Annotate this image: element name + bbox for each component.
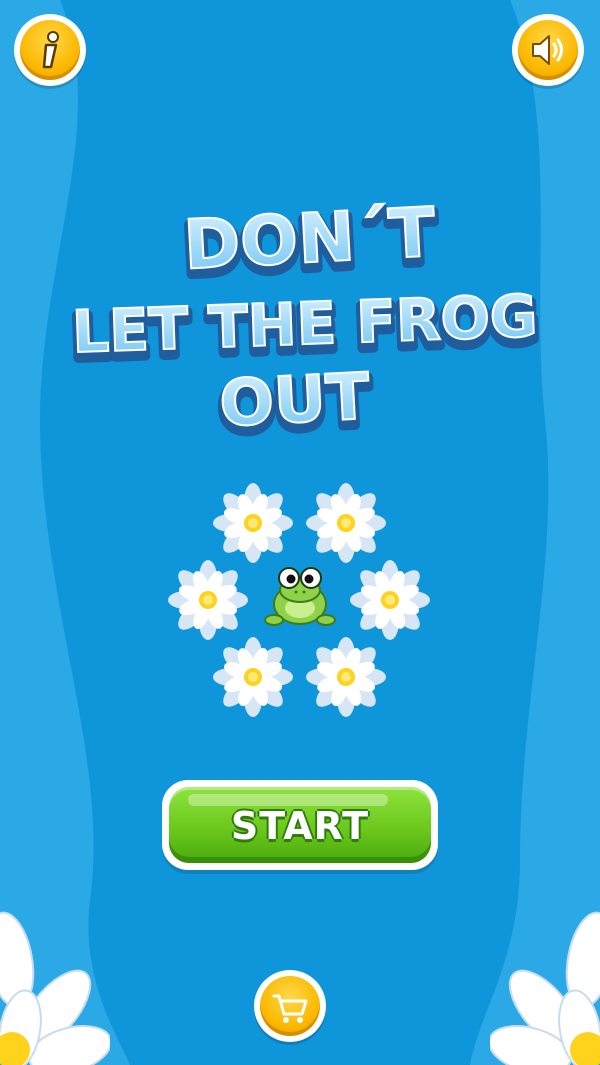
lily-flower[interactable] xyxy=(350,560,430,640)
sound-button[interactable] xyxy=(512,14,584,86)
corner-flower-right xyxy=(490,911,600,1065)
corner-flower-left xyxy=(0,911,110,1065)
flower-ring xyxy=(168,483,430,717)
lily-flower[interactable] xyxy=(168,560,248,640)
game-title: DON´T DON´T LET THE FROG LET THE FROG OU… xyxy=(70,192,540,450)
frog xyxy=(264,567,336,626)
shop-button[interactable] xyxy=(254,970,326,1042)
start-button[interactable]: START xyxy=(162,780,438,870)
game-screen: DON´T DON´T LET THE FROG LET THE FROG OU… xyxy=(0,0,600,1065)
lily-flower[interactable] xyxy=(306,483,386,563)
speaker-icon xyxy=(532,35,563,65)
cart-icon xyxy=(272,994,308,1023)
start-label: START xyxy=(230,804,370,848)
lily-flower[interactable] xyxy=(213,483,293,563)
info-icon xyxy=(42,31,59,69)
title-line-3-face: OUT xyxy=(218,360,372,442)
lily-flower[interactable] xyxy=(306,637,386,717)
title-line-1-face: DON´T xyxy=(182,193,438,285)
lily-flower[interactable] xyxy=(213,637,293,717)
info-button[interactable] xyxy=(14,14,86,86)
